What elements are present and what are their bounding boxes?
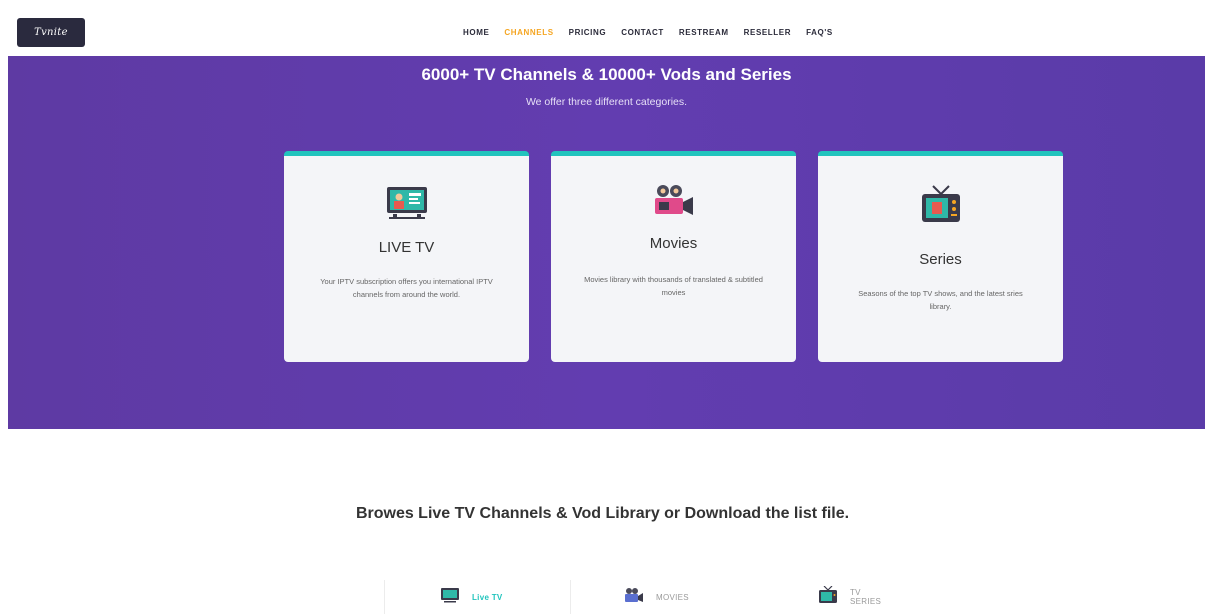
live-tv-icon <box>440 587 460 608</box>
card-title: Series <box>919 251 962 268</box>
movie-camera-icon <box>652 182 696 223</box>
retro-tv-icon <box>919 185 963 232</box>
tab-divider <box>570 580 571 614</box>
tab-live-tv[interactable]: Live TV <box>440 580 503 614</box>
retro-tv-icon <box>818 585 838 609</box>
nav-item-restream[interactable]: RESTREAM <box>679 28 729 37</box>
main-nav: HOME CHANNELS PRICING CONTACT RESTREAM R… <box>463 9 833 56</box>
tab-label: TV SERIES <box>850 588 882 606</box>
card-description: Movies library with thousands of transla… <box>584 275 763 297</box>
tab-label: Live TV <box>472 592 503 602</box>
movie-camera-icon <box>624 587 644 608</box>
brand-logo-text: Tvnite <box>34 27 68 38</box>
brand-logo[interactable]: Tvnite <box>17 18 85 47</box>
category-card-live-tv: LIVE TV Your IPTV subscription offers yo… <box>284 151 529 362</box>
tab-tv-series[interactable]: TV SERIES <box>818 580 881 614</box>
category-card-series: Series Seasons of the top TV shows, and … <box>818 151 1063 362</box>
hero-subtitle: We offer three different categories. <box>525 96 688 108</box>
card-description: Your IPTV subscription offers you intern… <box>320 277 493 299</box>
category-card-movies: Movies Movies library with thousands of … <box>551 151 796 362</box>
browse-title: Browes Live TV Channels & Vod Library or… <box>355 505 850 522</box>
nav-item-pricing[interactable]: PRICING <box>569 28 607 37</box>
nav-item-contact[interactable]: CONTACT <box>621 28 664 37</box>
hero-section: 6000+ TV Channels & 10000+ Vods and Seri… <box>8 56 1205 429</box>
tab-label: MOVIES <box>656 592 689 602</box>
nav-item-home[interactable]: HOME <box>463 28 489 37</box>
live-tv-icon <box>385 185 429 226</box>
card-description: Seasons of the top TV shows, and the lat… <box>858 289 1023 311</box>
nav-item-faqs[interactable]: FAQ'S <box>806 28 833 37</box>
hero-title: 6000+ TV Channels & 10000+ Vods and Seri… <box>421 65 792 84</box>
nav-item-reseller[interactable]: RESELLER <box>744 28 791 37</box>
card-title: LIVE TV <box>378 239 435 256</box>
tab-movies[interactable]: MOVIES <box>624 580 689 614</box>
top-navbar: Tvnite HOME CHANNELS PRICING CONTACT RES… <box>8 9 1205 56</box>
tab-divider <box>384 580 385 614</box>
nav-item-channels[interactable]: CHANNELS <box>504 28 553 37</box>
card-title: Movies <box>649 235 698 252</box>
library-tabs: Live TV MOVIES TV SERIES <box>384 580 881 614</box>
